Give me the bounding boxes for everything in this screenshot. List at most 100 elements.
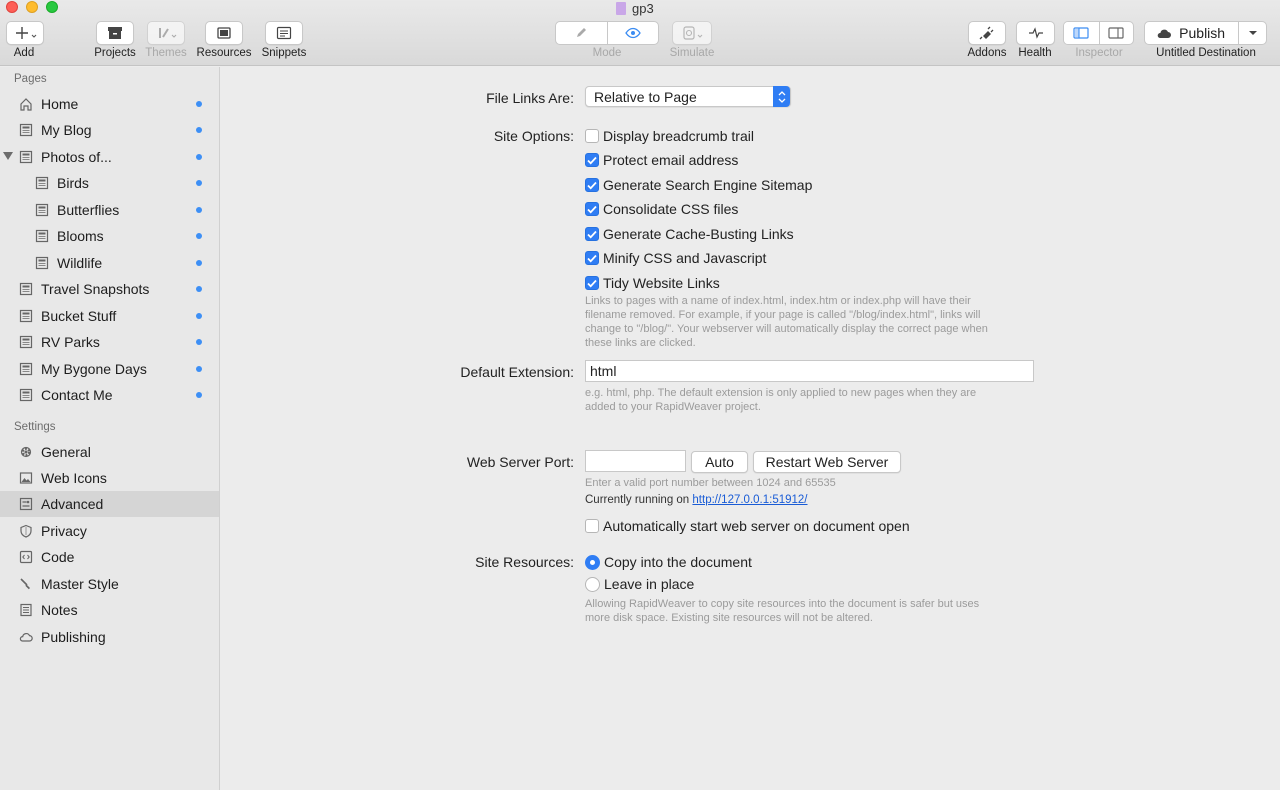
- resources-copy-into-document[interactable]: Copy into the document: [585, 553, 752, 571]
- unpublished-indicator: [196, 260, 202, 266]
- default-extension-input[interactable]: html: [585, 360, 1034, 382]
- close-window-button[interactable]: [6, 1, 18, 13]
- unpublished-indicator: [196, 180, 202, 186]
- sidebar-item-general[interactable]: General: [0, 439, 219, 465]
- site-resources-label: Site Resources:: [475, 554, 574, 570]
- sidebar-item-advanced[interactable]: Advanced: [0, 491, 219, 517]
- add-button[interactable]: [6, 21, 44, 45]
- projects-label: Projects: [94, 47, 136, 59]
- sidebar-item-my-blog[interactable]: My Blog: [0, 117, 219, 143]
- checkbox-checked[interactable]: [585, 227, 599, 241]
- publish-split-button[interactable]: Publish: [1144, 21, 1267, 45]
- checkbox-checked[interactable]: [585, 202, 599, 216]
- web-server-port-label: Web Server Port:: [466, 454, 574, 470]
- server-url-link[interactable]: http://127.0.0.1:51912/: [692, 494, 807, 506]
- sidebar-item-travel-snapshots[interactable]: Travel Snapshots: [0, 276, 219, 302]
- checkbox[interactable]: [585, 129, 599, 143]
- page-icon: [19, 362, 33, 376]
- auto-port-button[interactable]: Auto: [691, 451, 748, 473]
- resources-leave-in-place[interactable]: Leave in place: [585, 575, 694, 593]
- sidebar-item-blooms[interactable]: Blooms: [0, 223, 219, 249]
- sidebar-item-photos-of[interactable]: Photos of...: [0, 144, 219, 170]
- inspector-label: Inspector: [1075, 47, 1123, 59]
- checkmark-icon: [587, 156, 597, 164]
- notes-icon: [19, 603, 33, 617]
- projects-button[interactable]: [96, 21, 134, 45]
- checkmark-icon: [587, 230, 597, 238]
- restart-web-server-button[interactable]: Restart Web Server: [753, 451, 901, 473]
- add-label: Add: [13, 47, 35, 59]
- unpublished-indicator: [196, 392, 202, 398]
- document-icon: [616, 1, 626, 15]
- plus-icon: [16, 27, 37, 39]
- sidebar-item-contact-me[interactable]: Contact Me: [0, 382, 219, 408]
- option-protect-email[interactable]: Protect email address: [585, 151, 738, 169]
- sidebar-item-rv-parks[interactable]: RV Parks: [0, 329, 219, 355]
- sidebar-item-privacy[interactable]: Privacy: [0, 518, 219, 544]
- addons-label: Addons: [967, 47, 1007, 59]
- publish-menu-button[interactable]: [1238, 22, 1266, 44]
- sidebar-item-publishing[interactable]: Publishing: [0, 624, 219, 650]
- radio[interactable]: [585, 576, 600, 592]
- option-search-engine-sitemap[interactable]: Generate Search Engine Sitemap: [585, 176, 812, 194]
- page-icon: [35, 229, 49, 243]
- site-options-label: Site Options:: [493, 128, 574, 144]
- pencil-icon: [577, 28, 587, 37]
- sidebar-item-wildlife[interactable]: Wildlife: [0, 250, 219, 276]
- toggle-inspector-button[interactable]: [1098, 22, 1134, 44]
- sidebar-item-butterflies[interactable]: Butterflies: [0, 197, 219, 223]
- sidebar: Pages Home My Blog Photos of... Birds Bu…: [0, 67, 220, 790]
- sidebar-item-my-bygone-days[interactable]: My Bygone Days: [0, 356, 219, 382]
- option-tidy-website-links[interactable]: Tidy Website Links: [585, 274, 720, 292]
- unpublished-indicator: [196, 339, 202, 345]
- checkbox-checked[interactable]: [585, 153, 599, 167]
- checkbox[interactable]: [585, 519, 599, 533]
- health-button[interactable]: [1016, 21, 1055, 45]
- brush-icon: [19, 577, 33, 591]
- sidebar-right-icon: [1108, 27, 1124, 39]
- sidebar-item-bucket-stuff[interactable]: Bucket Stuff: [0, 303, 219, 329]
- gear-icon: [19, 445, 33, 459]
- checkbox-checked[interactable]: [585, 276, 599, 290]
- file-links-select[interactable]: Relative to Page: [585, 86, 791, 107]
- settings-heading: Settings: [14, 421, 56, 433]
- zoom-window-button[interactable]: [46, 1, 58, 13]
- snippets-button[interactable]: [265, 21, 303, 45]
- edit-mode-button[interactable]: [556, 22, 607, 44]
- sidebar-item-code[interactable]: Code: [0, 544, 219, 570]
- sidebar-item-home[interactable]: Home: [0, 91, 219, 117]
- archive-box-icon: [108, 27, 122, 39]
- unpublished-indicator: [196, 366, 202, 372]
- option-consolidate-css[interactable]: Consolidate CSS files: [585, 200, 738, 218]
- radio-selected[interactable]: [585, 554, 600, 570]
- sidebar-item-master-style[interactable]: Master Style: [0, 571, 219, 597]
- minimize-window-button[interactable]: [26, 1, 38, 13]
- web-server-port-input[interactable]: [585, 450, 686, 472]
- preview-mode-button[interactable]: [606, 22, 659, 44]
- sidebar-item-notes[interactable]: Notes: [0, 597, 219, 623]
- sidebar-left-icon: [1073, 27, 1089, 39]
- page-icon: [19, 282, 33, 296]
- brush-icon: [159, 28, 177, 38]
- server-running-status: Currently running on http://127.0.0.1:51…: [585, 494, 808, 506]
- option-breadcrumb-trail[interactable]: Display breadcrumb trail: [585, 127, 754, 145]
- mode-segmented-control[interactable]: [555, 21, 659, 45]
- addons-button[interactable]: [968, 21, 1006, 45]
- toggle-sidebar-button[interactable]: [1064, 22, 1099, 44]
- publish-button[interactable]: Publish: [1145, 22, 1238, 44]
- simulate-device-icon: [683, 26, 703, 40]
- option-auto-start-server[interactable]: Automatically start web server on docume…: [585, 517, 910, 535]
- resources-button[interactable]: [205, 21, 243, 45]
- extension-help-text: e.g. html, php. The default extension is…: [585, 387, 977, 413]
- disclosure-triangle-icon[interactable]: [3, 152, 13, 160]
- option-minify-css-js[interactable]: Minify CSS and Javascript: [585, 249, 766, 267]
- checkbox-checked[interactable]: [585, 251, 599, 265]
- sidebar-item-web-icons[interactable]: Web Icons: [0, 465, 219, 491]
- checkbox-checked[interactable]: [585, 178, 599, 192]
- simulate-button[interactable]: [672, 21, 712, 45]
- option-cache-busting-links[interactable]: Generate Cache-Busting Links: [585, 225, 794, 243]
- sidebar-item-birds[interactable]: Birds: [0, 170, 219, 196]
- file-links-label: File Links Are:: [486, 90, 574, 106]
- themes-button[interactable]: [147, 21, 185, 45]
- inspector-segmented-control[interactable]: [1063, 21, 1134, 45]
